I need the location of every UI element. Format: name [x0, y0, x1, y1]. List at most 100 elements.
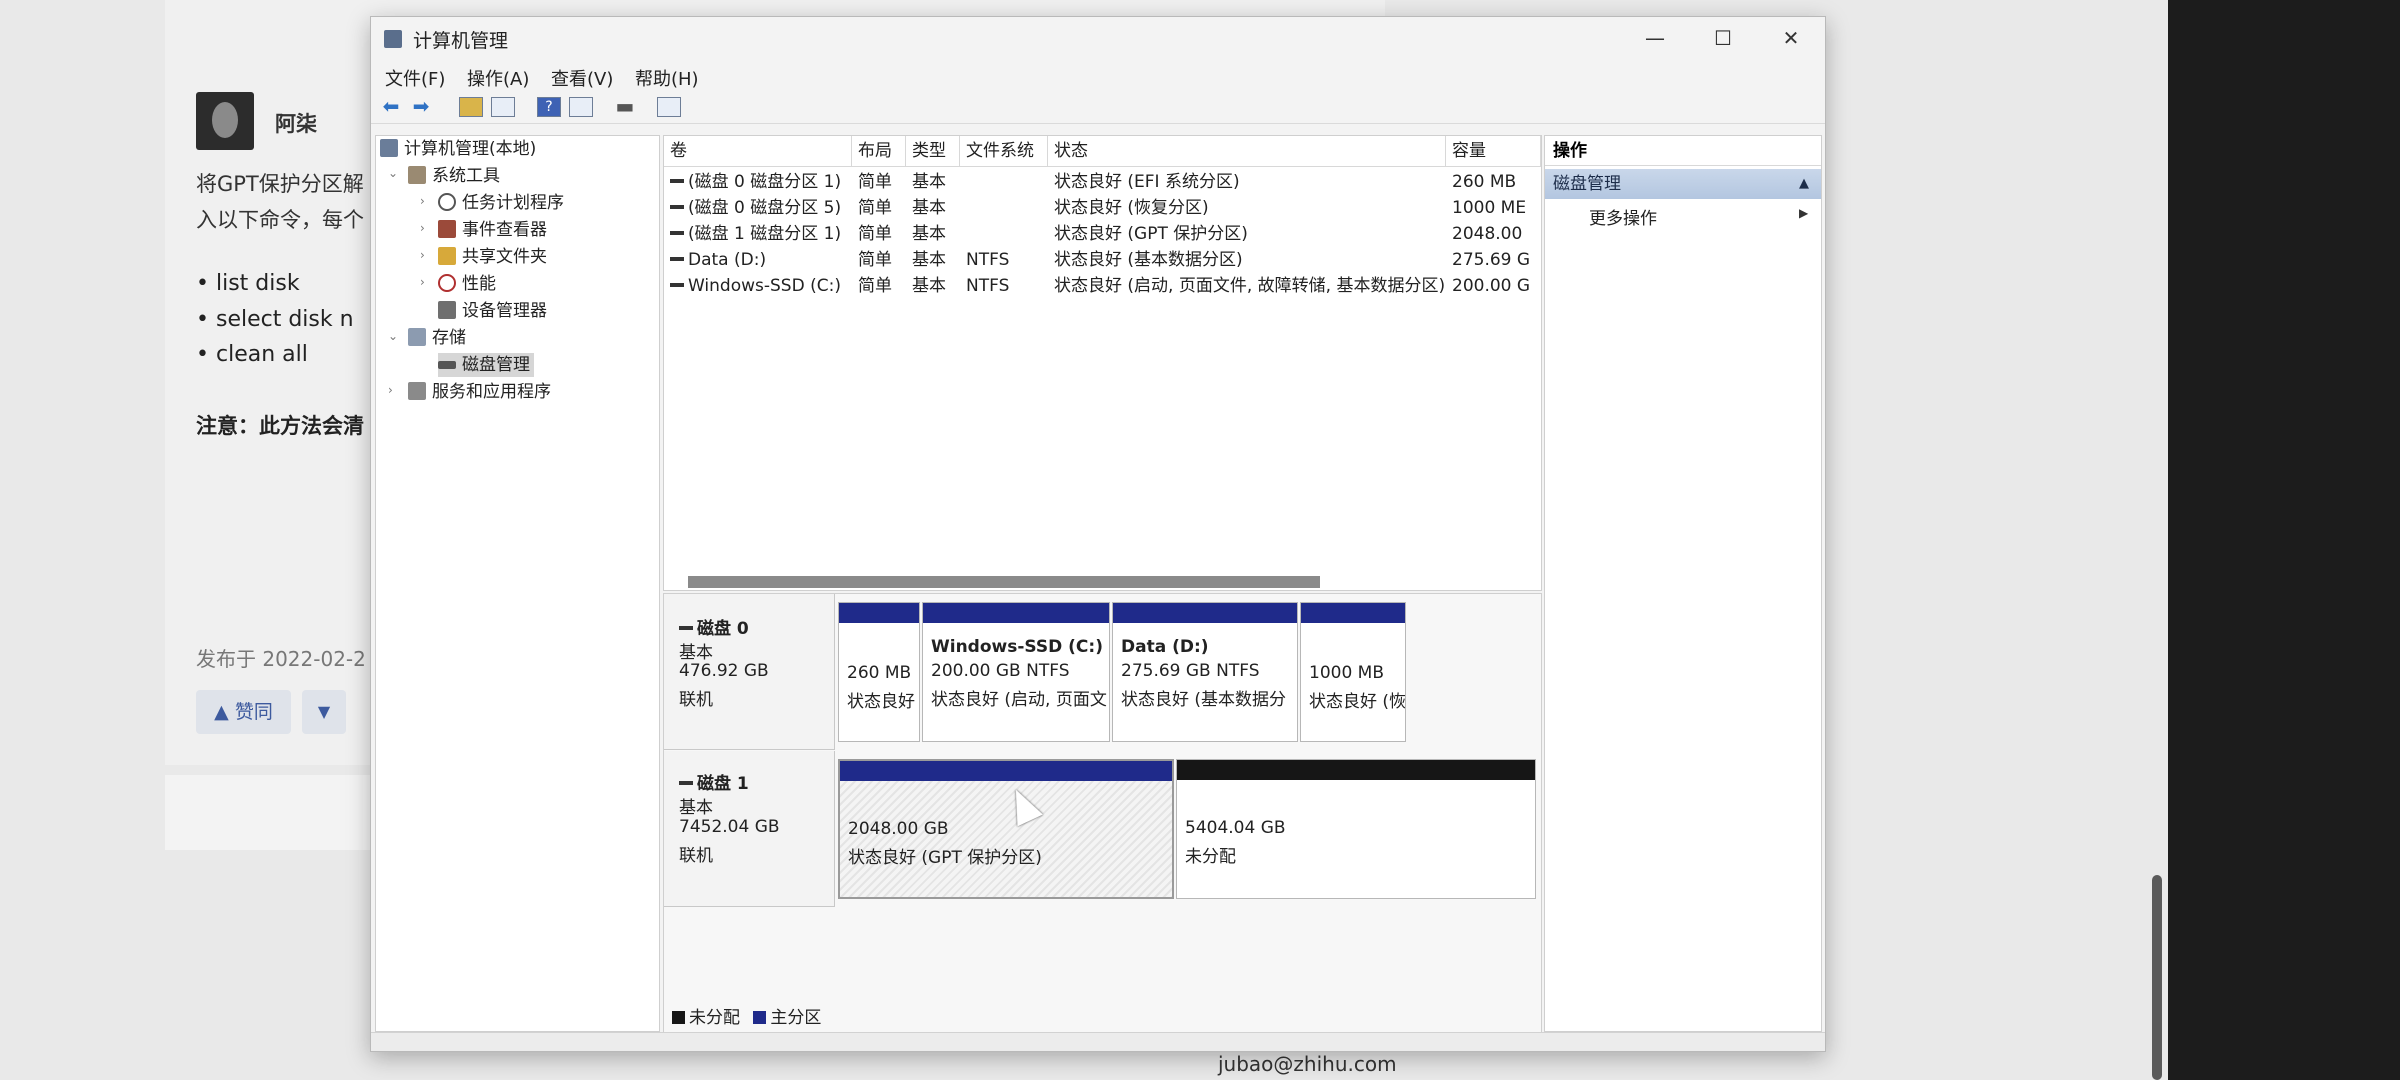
unallocated-bar	[1177, 760, 1535, 780]
title-bar[interactable]: 计算机管理 — ☐ ✕	[371, 17, 1825, 61]
report-email[interactable]: jubao@zhihu.com	[1218, 1052, 1397, 1076]
tree-storage[interactable]: 存储	[408, 326, 466, 350]
disk-status: 联机	[679, 690, 713, 710]
menu-help[interactable]: 帮助(H)	[635, 65, 699, 91]
cell-type: 基本	[912, 224, 946, 244]
maximize-button[interactable]: ☐	[1689, 17, 1757, 61]
table-row[interactable]: Windows-SSD (C:) 简单 基本 NTFS 状态良好 (启动, 页面…	[664, 273, 1541, 299]
menu-bar: 文件(F) 操作(A) 查看(V) 帮助(H)	[371, 61, 1825, 91]
unallocated-space[interactable]: 5404.04 GB 未分配	[1176, 759, 1536, 899]
collapse-icon[interactable]: ⌄	[388, 329, 398, 343]
collapse-icon[interactable]: ⌄	[388, 166, 398, 180]
table-row[interactable]: Data (D:) 简单 基本 NTFS 状态良好 (基本数据分区) 275.6…	[664, 247, 1541, 273]
column-volume[interactable]: 卷	[664, 136, 852, 166]
upvote-button[interactable]: ▲ 赞同	[196, 690, 291, 734]
connect-icon[interactable]: ▬	[613, 95, 637, 117]
publish-date: 发布于 2022-02-2	[196, 647, 366, 671]
disk-type: 基本	[679, 798, 713, 818]
partition-efi[interactable]: 260 MB 状态良好	[838, 602, 920, 742]
cell-volume: (磁盘 1 磁盘分区 1)	[670, 221, 850, 247]
partition-size: 275.69 GB NTFS	[1121, 661, 1260, 681]
up-folder-icon[interactable]	[459, 97, 483, 117]
tree-disk-management[interactable]: 磁盘管理	[438, 353, 534, 377]
clock-icon	[438, 193, 456, 211]
column-type[interactable]: 类型	[906, 136, 960, 166]
screen-edge	[2168, 0, 2400, 1080]
primary-partition-bar	[1301, 603, 1405, 623]
tree-event-viewer[interactable]: 事件查看器	[438, 218, 547, 242]
horizontal-scrollbar[interactable]	[688, 576, 1320, 588]
page-scrollbar[interactable]	[2152, 875, 2162, 1080]
column-capacity[interactable]: 容量	[1446, 136, 1541, 166]
close-button[interactable]: ✕	[1757, 17, 1825, 61]
partition-size: 5404.04 GB	[1185, 818, 1286, 838]
tree-device-manager[interactable]: 设备管理器	[438, 299, 547, 323]
cell-type: 基本	[912, 250, 946, 270]
primary-swatch	[753, 1011, 767, 1024]
disk-name: 磁盘 0	[679, 614, 749, 639]
computer-management-window: 计算机管理 — ☐ ✕ 文件(F) 操作(A) 查看(V) 帮助(H) ⬅ ➡ …	[370, 16, 1826, 1052]
cell-volume: Windows-SSD (C:)	[670, 273, 850, 299]
help-icon[interactable]: ?	[537, 97, 561, 117]
table-row[interactable]: (磁盘 1 磁盘分区 1) 简单 基本 状态良好 (GPT 保护分区) 2048…	[664, 221, 1541, 247]
tree-task-scheduler[interactable]: 任务计划程序	[438, 191, 564, 215]
partition-data[interactable]: Data (D:) 275.69 GB NTFS 状态良好 (基本数据分	[1112, 602, 1298, 742]
expand-icon[interactable]: ›	[420, 275, 425, 289]
cell-layout: 简单	[858, 198, 892, 218]
tree-root[interactable]: 计算机管理(本地)	[380, 137, 536, 161]
partition-title: Windows-SSD (C:)	[931, 637, 1103, 657]
partition-windows-ssd[interactable]: Windows-SSD (C:) 200.00 GB NTFS 状态良好 (启动…	[922, 602, 1110, 742]
app-icon	[384, 30, 402, 48]
minimize-button[interactable]: —	[1621, 17, 1689, 61]
cell-capacity: 200.00 G	[1452, 276, 1531, 296]
column-filesystem[interactable]: 文件系统	[960, 136, 1048, 166]
tree-system-tools[interactable]: 系统工具	[408, 164, 500, 188]
collapse-arrow-icon[interactable]: ▲	[1799, 169, 1809, 199]
partition-status: 状态良好 (GPT 保护分区)	[848, 848, 1042, 868]
downvote-button[interactable]: ▼	[302, 690, 346, 734]
cell-layout: 简单	[858, 276, 892, 296]
expand-icon[interactable]: ›	[420, 248, 425, 262]
cell-capacity: 275.69 G	[1452, 250, 1531, 270]
menu-action[interactable]: 操作(A)	[467, 65, 529, 91]
author-avatar[interactable]	[196, 92, 254, 150]
partition-recovery[interactable]: 1000 MB 状态良好 (恢	[1300, 602, 1406, 742]
more-actions[interactable]: 更多操作	[1589, 204, 1657, 229]
disk-icon	[438, 361, 456, 369]
volume-icon	[670, 231, 684, 235]
show-hide-tree-icon[interactable]	[491, 97, 515, 117]
tree-performance[interactable]: 性能	[438, 272, 496, 296]
computer-icon	[380, 139, 398, 157]
tree-services-apps[interactable]: 服务和应用程序	[408, 380, 551, 404]
expand-icon[interactable]: ›	[420, 194, 425, 208]
menu-file[interactable]: 文件(F)	[385, 65, 445, 91]
disk-size: 476.92 GB	[679, 661, 769, 681]
author-name[interactable]: 阿柒	[275, 108, 317, 138]
tree-shared-folders[interactable]: 共享文件夹	[438, 245, 547, 269]
section-title: 磁盘管理	[1553, 174, 1621, 194]
table-row[interactable]: (磁盘 0 磁盘分区 1) 简单 基本 状态良好 (EFI 系统分区) 260 …	[664, 169, 1541, 195]
performance-icon	[438, 274, 456, 292]
column-status[interactable]: 状态	[1048, 136, 1446, 166]
properties-icon[interactable]	[569, 97, 593, 117]
disk-0-label[interactable]: 磁盘 0 基本 476.92 GB 联机	[664, 594, 835, 750]
menu-view[interactable]: 查看(V)	[551, 65, 613, 91]
partition-gpt-protective[interactable]: 2048.00 GB 状态良好 (GPT 保护分区)	[838, 759, 1174, 899]
actions-section-disk-management[interactable]: 磁盘管理 ▲	[1545, 169, 1821, 199]
volume-icon	[670, 283, 684, 287]
column-layout[interactable]: 布局	[852, 136, 906, 166]
submenu-arrow-icon[interactable]: ▶	[1799, 206, 1808, 220]
expand-icon[interactable]: ›	[388, 383, 393, 397]
primary-partition-bar	[839, 603, 919, 623]
back-arrow-icon[interactable]: ⬅	[379, 95, 403, 117]
cell-layout: 简单	[858, 172, 892, 192]
status-bar	[371, 1032, 1825, 1051]
forward-arrow-icon[interactable]: ➡	[409, 95, 433, 117]
expand-icon[interactable]: ›	[420, 221, 425, 235]
shared-folder-icon	[438, 247, 456, 265]
console-tree: 计算机管理(本地) ⌄ 系统工具 › 任务计划程序 › 事件查看器 › 共享文件…	[375, 135, 660, 1032]
disk-1-label[interactable]: 磁盘 1 基本 7452.04 GB 联机	[664, 751, 835, 907]
table-row[interactable]: (磁盘 0 磁盘分区 5) 简单 基本 状态良好 (恢复分区) 1000 ME	[664, 195, 1541, 221]
settings-panel-icon[interactable]	[657, 97, 681, 117]
bullet-item: • select disk n	[196, 307, 354, 332]
